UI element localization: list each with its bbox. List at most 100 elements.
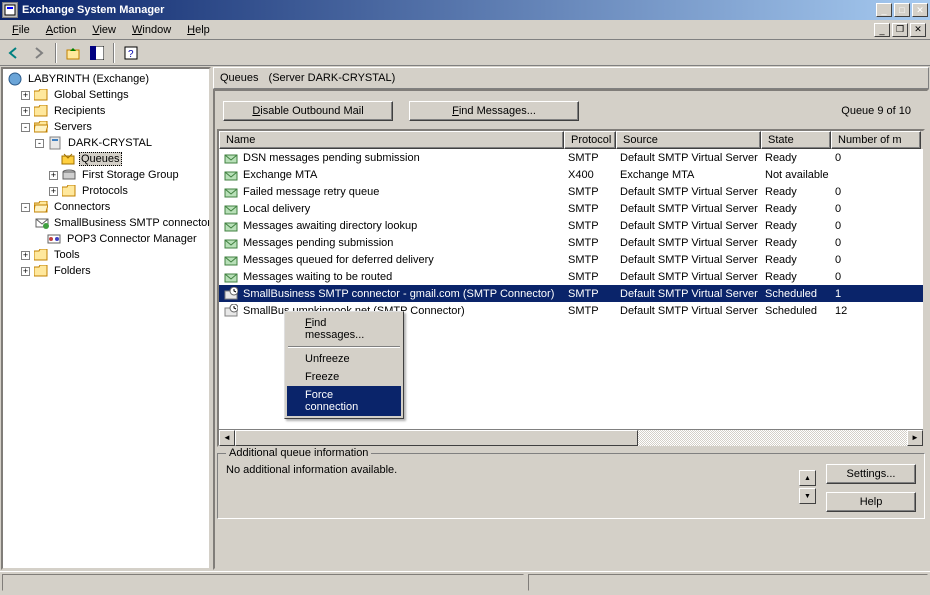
cell-number: 12 [831, 305, 921, 317]
scroll-thumb[interactable] [235, 430, 638, 446]
menu-file[interactable]: File [4, 22, 38, 38]
tree-server[interactable]: - DARK-CRYSTAL [3, 135, 209, 151]
folder-icon [33, 248, 49, 262]
tree-connectors[interactable]: - Connectors [3, 199, 209, 215]
cell-state: Ready [761, 203, 831, 215]
forward-button[interactable] [28, 42, 50, 64]
table-row[interactable]: Messages awaiting directory lookupSMTPDe… [219, 217, 923, 234]
scroll-right-button[interactable]: ► [907, 430, 923, 446]
menu-bar: File Action View Window Help _ ❐ ✕ [0, 20, 930, 40]
cell-source: Default SMTP Virtual Server [616, 203, 761, 215]
table-row[interactable]: DSN messages pending submissionSMTPDefau… [219, 149, 923, 166]
table-row[interactable]: Exchange MTAX400Exchange MTANot availabl… [219, 166, 923, 183]
status-pane-1 [2, 574, 524, 591]
cell-number: 1 [831, 288, 921, 300]
table-row[interactable]: Messages queued for deferred deliverySMT… [219, 251, 923, 268]
cell-state: Ready [761, 220, 831, 232]
col-state[interactable]: State [761, 131, 831, 149]
scroll-left-button[interactable]: ◄ [219, 430, 235, 446]
tree-first-storage-group[interactable]: + First Storage Group [3, 167, 209, 183]
tree-tools[interactable]: + Tools [3, 247, 209, 263]
expand-icon[interactable]: + [49, 171, 58, 180]
additional-info-text: No additional information available. [226, 464, 789, 476]
ctx-unfreeze[interactable]: Unfreeze [287, 350, 401, 368]
find-messages-button[interactable]: Find Messages... [409, 101, 579, 121]
collapse-icon[interactable]: - [35, 139, 44, 148]
menu-action[interactable]: Action [38, 22, 85, 38]
tree-queues[interactable]: Queues [3, 151, 209, 167]
expand-icon[interactable]: + [21, 267, 30, 276]
tree-pane[interactable]: LABYRINTH (Exchange) + Global Settings +… [1, 67, 211, 570]
expand-icon[interactable]: + [21, 91, 30, 100]
tree-servers[interactable]: - Servers [3, 119, 209, 135]
menu-help[interactable]: Help [179, 22, 218, 38]
table-row[interactable]: SmallBusiness SMTP connector - gmail.com… [219, 285, 923, 302]
col-source[interactable]: Source [616, 131, 761, 149]
cell-number: 0 [831, 220, 921, 232]
expand-icon[interactable]: + [21, 107, 30, 116]
info-scroll-up-button[interactable]: ▲ [799, 470, 816, 486]
back-button[interactable] [4, 42, 26, 64]
up-button[interactable] [62, 42, 84, 64]
status-bar [0, 571, 930, 593]
ctx-freeze[interactable]: Freeze [287, 368, 401, 386]
svg-text:?: ? [128, 49, 134, 60]
close-button[interactable]: ✕ [912, 3, 928, 17]
window-title: Exchange System Manager [22, 4, 876, 16]
menu-view[interactable]: View [84, 22, 124, 38]
cell-number: 0 [831, 254, 921, 266]
folder-open-icon [33, 120, 49, 134]
help-button[interactable]: Help [826, 492, 916, 512]
cell-protocol: SMTP [564, 237, 616, 249]
expand-icon[interactable]: + [21, 251, 30, 260]
cell-source: Default SMTP Virtual Server [616, 288, 761, 300]
menu-window[interactable]: Window [124, 22, 179, 38]
maximize-button[interactable]: □ [894, 3, 910, 17]
info-scroll-down-button[interactable]: ▼ [799, 488, 816, 504]
tree-recipients[interactable]: + Recipients [3, 103, 209, 119]
queue-icon [223, 304, 239, 318]
cell-source: Default SMTP Virtual Server [616, 152, 761, 164]
tree-protocols[interactable]: + Protocols [3, 183, 209, 199]
cell-name: Messages queued for deferred delivery [243, 254, 434, 266]
cell-source: Default SMTP Virtual Server [616, 305, 761, 317]
tree-root[interactable]: LABYRINTH (Exchange) [3, 71, 209, 87]
tree-folders[interactable]: + Folders [3, 263, 209, 279]
mdi-minimize-button[interactable]: _ [874, 23, 890, 37]
table-row[interactable]: Local deliverySMTPDefault SMTP Virtual S… [219, 200, 923, 217]
folder-icon [61, 184, 77, 198]
folder-open-icon [33, 200, 49, 214]
minimize-button[interactable]: _ [876, 3, 892, 17]
tree-global-settings[interactable]: + Global Settings [3, 87, 209, 103]
cell-state: Not available [761, 169, 831, 181]
table-row[interactable]: Failed message retry queueSMTPDefault SM… [219, 183, 923, 200]
cell-state: Scheduled [761, 288, 831, 300]
tree-smb-smtp-connector[interactable]: SmallBusiness SMTP connector [3, 215, 209, 231]
cell-state: Scheduled [761, 305, 831, 317]
table-row[interactable]: Messages pending submissionSMTPDefault S… [219, 234, 923, 251]
ctx-find-messages[interactable]: Find messages... [287, 314, 401, 344]
title-bar: Exchange System Manager _ □ ✕ [0, 0, 930, 20]
mdi-restore-button[interactable]: ❐ [892, 23, 908, 37]
disable-outbound-mail-button[interactable]: Disable Outbound Mail [223, 101, 393, 121]
folder-icon [33, 88, 49, 102]
col-number[interactable]: Number of m [831, 131, 921, 149]
expand-icon[interactable]: + [49, 187, 58, 196]
collapse-icon[interactable]: - [21, 123, 30, 132]
col-name[interactable]: Name [219, 131, 564, 149]
refresh-button[interactable]: ? [120, 42, 142, 64]
cell-number: 0 [831, 271, 921, 283]
show-hide-tree-button[interactable] [86, 42, 108, 64]
col-protocol[interactable]: Protocol [564, 131, 616, 149]
mdi-close-button[interactable]: ✕ [910, 23, 926, 37]
ctx-force-connection[interactable]: Force connection [287, 386, 401, 416]
tree-pop3-connector-manager[interactable]: POP3 Connector Manager [3, 231, 209, 247]
cell-number: 0 [831, 186, 921, 198]
pop3-connector-icon [46, 232, 62, 246]
horizontal-scrollbar[interactable]: ◄ ► [219, 429, 923, 445]
list-header: Name Protocol Source State Number of m [219, 131, 923, 149]
settings-button[interactable]: Settings... [826, 464, 916, 484]
content-header: Queues (Server DARK-CRYSTAL) [213, 67, 929, 89]
table-row[interactable]: Messages waiting to be routedSMTPDefault… [219, 268, 923, 285]
collapse-icon[interactable]: - [21, 203, 30, 212]
